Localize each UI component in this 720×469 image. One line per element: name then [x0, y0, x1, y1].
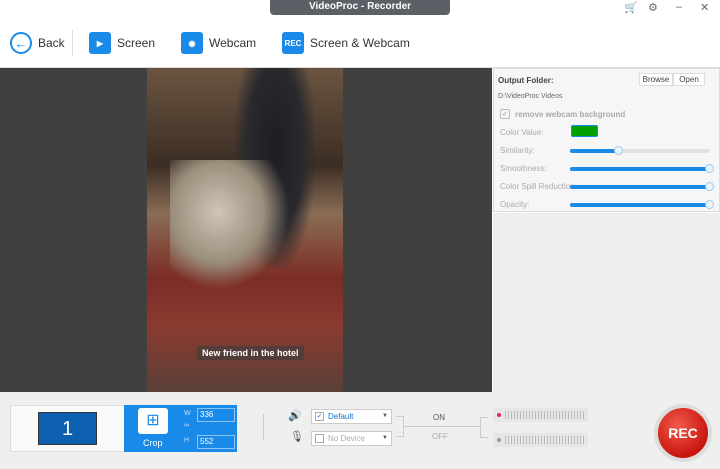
- smoothness-slider[interactable]: [570, 164, 714, 173]
- smoothness-label: Smoothness:: [500, 164, 547, 173]
- screen-webcam-label: Screen & Webcam: [310, 36, 410, 50]
- mic-select[interactable]: No Device ▼: [311, 431, 392, 446]
- back-arrow-icon: ←: [10, 32, 32, 54]
- speaker-icon: 🔊: [288, 410, 302, 422]
- remove-bg-label: remove webcam background: [515, 110, 626, 119]
- settings-panel: Output Folder: Browse Open D:\VideoProc …: [493, 68, 720, 212]
- crop-label: Crop: [143, 438, 163, 448]
- screen-webcam-button[interactable]: REC Screen & Webcam: [282, 31, 410, 55]
- connector: [404, 426, 480, 427]
- minimize-button[interactable]: –: [676, 1, 682, 13]
- spill-label: Color Spill Reduction:: [500, 182, 577, 191]
- gear-icon[interactable]: ⚙: [648, 1, 658, 14]
- webcam-label: Webcam: [209, 36, 257, 50]
- width-label: W: [184, 410, 191, 417]
- mic-level-meter: [493, 433, 588, 447]
- on-label[interactable]: ON: [433, 413, 445, 422]
- color-value-label: Color Value:: [500, 128, 544, 137]
- output-path: D:\VideoProc Videos: [498, 93, 563, 100]
- output-folder-label: Output Folder:: [498, 76, 554, 85]
- cart-icon[interactable]: 🛒: [624, 1, 638, 14]
- width-input[interactable]: 336: [197, 408, 235, 422]
- opacity-slider[interactable]: [570, 200, 714, 209]
- mic-value: No Device: [328, 434, 365, 443]
- height-input[interactable]: 552: [197, 435, 235, 449]
- monitor-1[interactable]: 1: [38, 412, 97, 445]
- rec-button[interactable]: REC: [654, 404, 712, 462]
- link-icon: ∞: [184, 422, 189, 429]
- browse-button[interactable]: Browse: [639, 73, 673, 86]
- webcam-icon: ◉: [181, 32, 203, 54]
- back-label: Back: [38, 36, 65, 50]
- microphone-icon: 🎙: [290, 431, 304, 443]
- video-caption: New friend in the hotel: [197, 346, 304, 360]
- similarity-slider[interactable]: [570, 146, 710, 155]
- divider: [72, 30, 73, 56]
- bracket: [396, 416, 404, 437]
- panel-empty-area: [493, 213, 720, 392]
- open-button[interactable]: Open: [673, 73, 705, 86]
- height-label: H: [184, 437, 190, 444]
- speaker-select[interactable]: ✓ Default ▼: [311, 409, 392, 424]
- rec-icon: REC: [282, 32, 304, 54]
- speaker-level-meter: [493, 408, 588, 422]
- inactive-dot: [497, 438, 501, 442]
- crop-icon[interactable]: ⊞: [138, 408, 168, 434]
- speaker-value: Default: [328, 412, 354, 421]
- spill-slider[interactable]: [570, 182, 714, 191]
- window-title: VideoProc - Recorder: [270, 0, 450, 15]
- screen-label: Screen: [117, 36, 156, 50]
- video-dog: [170, 160, 290, 290]
- active-dot: [497, 413, 501, 417]
- off-label[interactable]: OFF: [432, 432, 448, 441]
- similarity-label: Similarity:: [500, 146, 535, 155]
- back-button[interactable]: ← Back: [10, 31, 65, 55]
- divider: [263, 414, 264, 440]
- webcam-button[interactable]: ◉ Webcam: [181, 31, 256, 55]
- monitor-icon: ▶: [89, 32, 111, 54]
- close-button[interactable]: ✕: [700, 1, 709, 14]
- color-swatch[interactable]: [571, 125, 598, 137]
- opacity-label: Opacity:: [500, 200, 530, 209]
- screen-button[interactable]: ▶ Screen: [89, 31, 155, 55]
- bracket: [480, 417, 488, 438]
- remove-bg-checkbox[interactable]: ✓: [500, 109, 510, 119]
